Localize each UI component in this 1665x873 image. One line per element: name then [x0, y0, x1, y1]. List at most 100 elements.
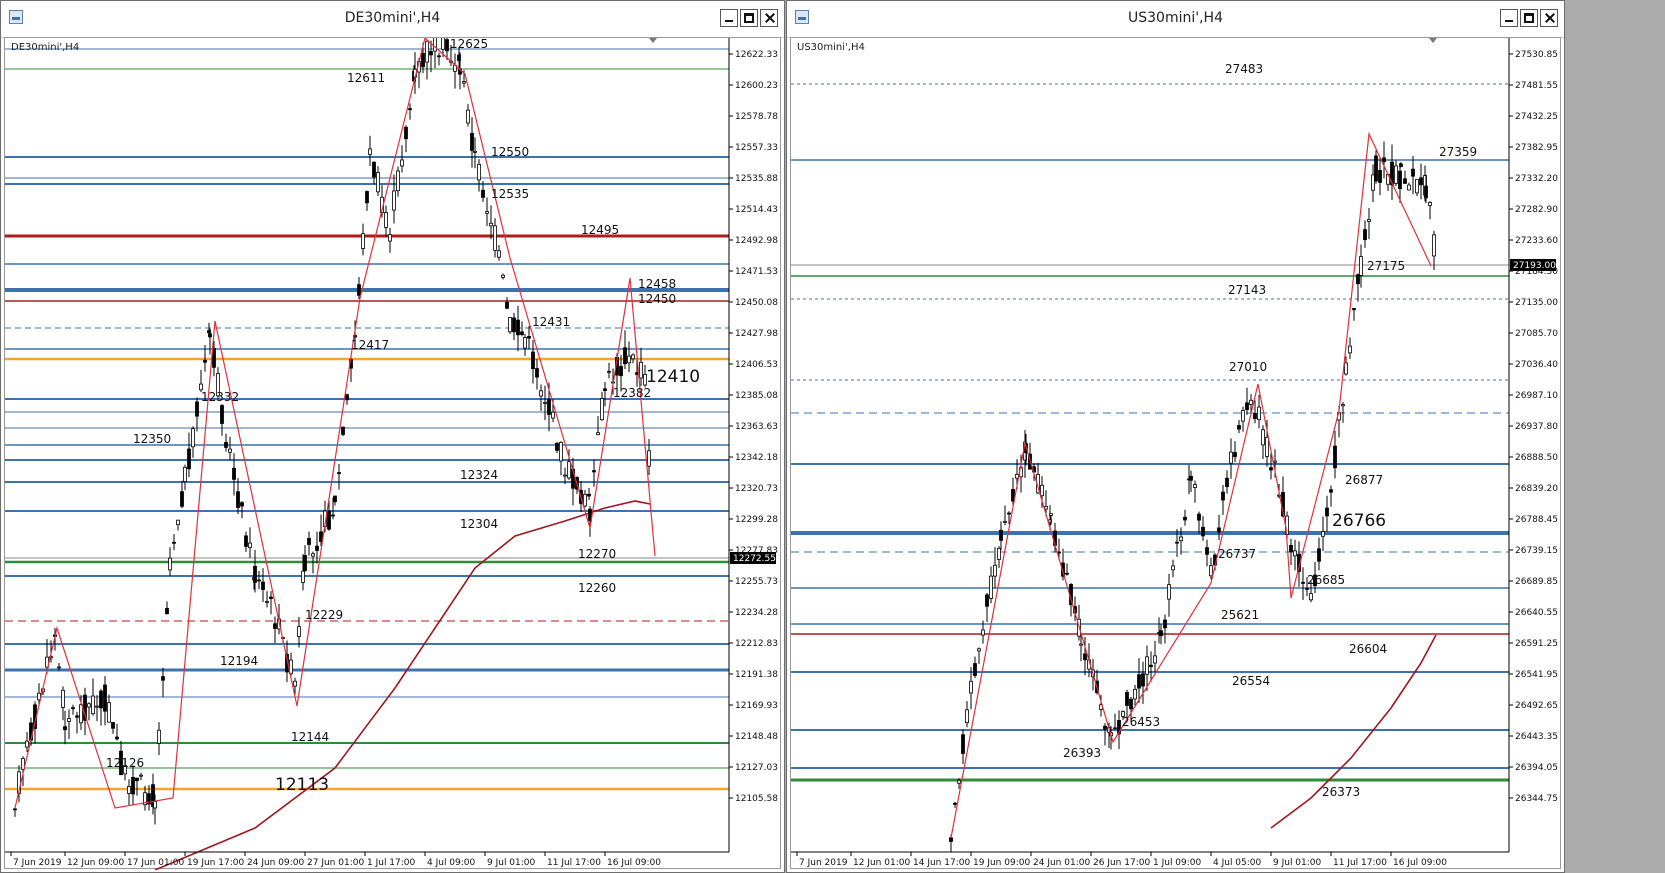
level-price-label: 26453 — [1122, 715, 1160, 729]
price-candle — [195, 401, 199, 417]
minimize-button[interactable] — [720, 9, 738, 27]
price-axis-label: 26937.80 — [1515, 422, 1558, 432]
price-axis-label: 27332.20 — [1515, 174, 1558, 184]
price-candle — [1432, 234, 1436, 257]
price-candle — [1261, 429, 1265, 446]
price-candle — [172, 541, 176, 544]
price-candle — [253, 565, 257, 583]
maximize-button[interactable] — [740, 9, 758, 27]
time-axis-label: 19 Jun 09:00 — [973, 858, 1030, 868]
level-price-label: 12270 — [578, 547, 616, 561]
price-candle — [1301, 581, 1305, 584]
price-candle — [647, 450, 651, 467]
price-candle — [187, 448, 191, 470]
price-candle — [232, 467, 236, 480]
level-price-label: 12382 — [613, 386, 651, 400]
price-candle — [404, 126, 408, 140]
chart-area[interactable]: US30mini',H4 27483 27359 27175 27143 27010 26… — [790, 37, 1561, 869]
price-candle — [1245, 402, 1249, 410]
price-candle — [1411, 168, 1415, 177]
level-price-label: 27143 — [1228, 283, 1266, 297]
chart-area[interactable]: DE30mini',H4 12625 12611 12550 12535 12495 12… — [4, 37, 782, 870]
price-candle — [203, 359, 207, 363]
price-candle — [441, 38, 445, 50]
price-candle — [153, 801, 157, 809]
price-candle — [1398, 170, 1402, 190]
close-button[interactable] — [1540, 9, 1558, 27]
price-candle — [1359, 256, 1363, 276]
level-price-label: 12410 — [646, 367, 700, 387]
chart-window-us30[interactable]: US30mini',H4 US30mini',H4 27483 27359 2717… — [786, 0, 1565, 873]
price-candle — [520, 331, 524, 336]
time-axis-label: 24 Jun 01:00 — [1033, 858, 1090, 868]
price-candle — [1305, 587, 1309, 590]
level-price-label: 12417 — [351, 338, 389, 352]
window-title: DE30mini',H4 — [344, 10, 441, 26]
price-candle — [949, 837, 953, 842]
price-candle — [445, 39, 449, 52]
price-candle — [543, 401, 547, 404]
price-candle — [1407, 184, 1411, 191]
price-candle — [1171, 565, 1175, 571]
price-candle — [131, 776, 135, 795]
time-axis-label: 1 Jul 09:00 — [1153, 858, 1202, 868]
minimize-button[interactable] — [1500, 9, 1518, 27]
price-candle — [619, 366, 623, 377]
price-axis-label: 12342.18 — [735, 453, 778, 463]
price-candle — [261, 581, 265, 590]
price-candle — [127, 786, 131, 794]
price-candle — [1325, 507, 1329, 517]
price-axis-label: 26640.55 — [1515, 608, 1558, 618]
price-candle — [1153, 655, 1157, 664]
price-chart-canvas[interactable]: 12625 12611 12550 12535 12495 1245812450 12431… — [5, 38, 782, 870]
price-candle — [1352, 308, 1356, 311]
close-button[interactable] — [760, 9, 778, 27]
window-titlebar[interactable]: US30mini',H4 — [787, 1, 1564, 38]
price-candle — [592, 470, 596, 473]
price-candle — [368, 148, 372, 155]
chart-symbol-label: US30mini',H4 — [797, 42, 865, 53]
price-candle — [1103, 725, 1107, 730]
price-candle — [1201, 526, 1205, 537]
price-axis-label: 12234.28 — [735, 608, 778, 618]
price-candle — [139, 774, 143, 777]
price-candle — [75, 715, 79, 718]
time-axis-label: 1 Jul 17:00 — [367, 858, 416, 868]
price-candle — [981, 629, 985, 636]
time-axis-label: 9 Jul 01:00 — [487, 858, 536, 868]
price-candle — [1175, 541, 1179, 544]
time-axis-label: 12 Jun 09:00 — [67, 858, 124, 868]
price-candle — [61, 689, 65, 708]
price-candle — [497, 250, 501, 258]
price-candle — [361, 233, 365, 249]
price-candle — [99, 690, 103, 709]
current-price-label: 27193.00 — [1513, 261, 1556, 271]
price-candle — [1083, 653, 1087, 661]
price-candle — [208, 333, 212, 338]
time-axis-label: 24 Jun 09:00 — [247, 858, 304, 868]
price-axis-label: 12191.38 — [735, 670, 778, 680]
price-candle — [157, 729, 161, 744]
price-candle — [269, 596, 273, 599]
price-axis-label: 27530.85 — [1515, 50, 1558, 60]
price-candle — [1197, 513, 1201, 521]
price-candle — [183, 466, 187, 482]
price-candle — [1367, 219, 1371, 222]
price-axis-label: 26888.50 — [1515, 453, 1558, 463]
window-titlebar[interactable]: DE30mini',H4 — [1, 1, 784, 38]
price-axis-label: 27085.70 — [1515, 329, 1558, 339]
price-candle — [257, 579, 261, 582]
price-candle — [115, 736, 119, 740]
price-candle — [1065, 572, 1069, 575]
price-candle — [199, 383, 203, 391]
maximize-button[interactable] — [1520, 9, 1538, 27]
moving-average-line — [154, 500, 651, 870]
chart-window-de30[interactable]: DE30mini',H4 DE30mini',H4 12625 12611 1255… — [0, 0, 785, 873]
price-candle — [236, 491, 240, 508]
price-candle — [265, 600, 269, 603]
price-candle — [523, 337, 527, 349]
level-price-label: 12304 — [460, 517, 498, 531]
price-candle — [473, 151, 477, 153]
price-chart-canvas[interactable]: 27483 27359 27175 27143 27010 26877 26766 26737… — [791, 38, 1562, 870]
price-candle — [365, 191, 369, 204]
